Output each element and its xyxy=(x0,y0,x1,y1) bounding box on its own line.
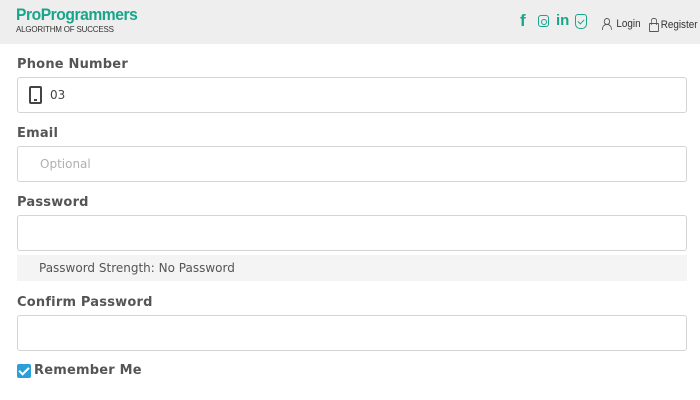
register-label: Register xyxy=(660,18,698,31)
password-strength-bar: Password Strength: No Password xyxy=(17,255,687,281)
login-label: Login xyxy=(616,18,641,30)
email-label: Email xyxy=(17,126,59,141)
instagram-icon[interactable] xyxy=(538,15,549,27)
remember-me-checkbox[interactable] xyxy=(17,363,31,378)
email-field[interactable]: Optional xyxy=(17,146,687,182)
brand-name: ProProgrammers xyxy=(16,5,138,24)
register-link[interactable]: Register xyxy=(649,18,698,32)
brand-tagline: ALGORITHM OF SUCCESS xyxy=(16,25,114,34)
mobile-phone-icon xyxy=(29,86,42,104)
phone-number-label: Phone Number xyxy=(17,57,128,72)
remember-me[interactable]: Remember Me xyxy=(17,363,142,378)
lock-icon xyxy=(649,18,659,32)
password-strength-text: Password Strength: No Password xyxy=(39,261,235,275)
linkedin-icon[interactable]: in xyxy=(556,12,569,30)
confirm-password-field[interactable] xyxy=(17,315,687,351)
top-header: ProProgrammers ALGORITHM OF SUCCESS f in… xyxy=(0,0,700,44)
email-placeholder: Optional xyxy=(40,157,91,171)
confirm-password-label: Confirm Password xyxy=(17,295,153,310)
facebook-icon[interactable]: f xyxy=(520,11,526,31)
password-label: Password xyxy=(17,195,89,210)
login-link[interactable]: Login xyxy=(602,18,641,30)
brand-logo[interactable]: ProProgrammers ALGORITHM OF SUCCESS xyxy=(16,5,148,35)
user-icon xyxy=(602,18,614,30)
phone-number-value: 03 xyxy=(50,88,66,102)
shield-check-icon[interactable] xyxy=(575,14,587,29)
phone-number-field[interactable]: 03 xyxy=(17,77,687,113)
remember-me-label: Remember Me xyxy=(34,363,142,378)
password-field[interactable] xyxy=(17,215,687,251)
